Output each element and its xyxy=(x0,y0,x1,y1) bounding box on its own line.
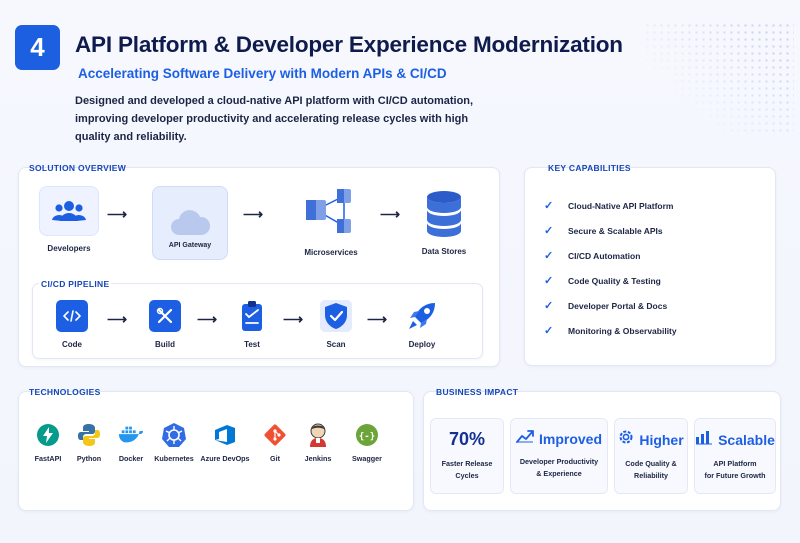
impact-card-quality: Higher Code Quality & Reliability xyxy=(614,418,688,494)
node-microservices: Microservices xyxy=(294,184,368,257)
tech-label: Azure DevOps xyxy=(200,454,250,463)
clipboard-check-icon xyxy=(236,300,268,332)
node-label: API Gateway xyxy=(168,242,212,249)
technologies-title: TECHNOLOGIES xyxy=(29,387,101,397)
shield-check-icon xyxy=(320,300,352,332)
pipeline-step-deploy: Deploy xyxy=(392,300,452,349)
impact-card-scalable: Scalable API Platform for Future Growth xyxy=(694,418,776,494)
gear-icon xyxy=(618,429,634,450)
node-developers: Developers xyxy=(38,186,100,253)
check-icon: ✓ xyxy=(544,225,554,237)
impact-line: for Future Growth xyxy=(704,471,766,480)
node-data-stores: Data Stores xyxy=(413,188,475,256)
git-icon xyxy=(262,422,288,448)
check-icon: ✓ xyxy=(544,300,554,312)
arrow-icon: ⟶ xyxy=(380,206,401,222)
impact-line: Code Quality & xyxy=(625,459,677,468)
node-label: Developers xyxy=(47,244,91,253)
node-label: Microservices xyxy=(304,248,358,257)
pipeline-step-scan: Scan xyxy=(306,300,366,349)
kubernetes-icon xyxy=(161,422,187,448)
business-impact-title: BUSINESS IMPACT xyxy=(436,387,519,397)
slide: 4 API Platform & Developer Experience Mo… xyxy=(0,0,800,543)
page-title: API Platform & Developer Experience Mode… xyxy=(75,32,623,57)
jenkins-icon xyxy=(305,422,331,448)
svg-text:{-}: {-} xyxy=(359,432,375,442)
code-icon xyxy=(56,300,88,332)
cubes-icon xyxy=(294,184,368,240)
page-description: Designed and developed a cloud-native AP… xyxy=(75,95,474,143)
pipeline-title: CI/CD PIPELINE xyxy=(39,279,112,289)
capability-label: Code Quality & Testing xyxy=(568,275,661,286)
impact-line: API Platform xyxy=(713,459,757,468)
tech-label: Swagger xyxy=(352,454,382,463)
database-icon xyxy=(413,188,475,240)
capability-label: Secure & Scalable APIs xyxy=(568,225,663,236)
impact-card-release: 70% Faster Release Cycles xyxy=(430,418,504,494)
arrow-icon: ⟶ xyxy=(243,206,264,222)
pipeline-step-label: Deploy xyxy=(408,340,436,349)
check-icon: ✓ xyxy=(544,275,554,287)
impact-value: 70% xyxy=(448,429,486,449)
python-icon xyxy=(76,422,102,448)
tech-label: Kubernetes xyxy=(154,454,194,463)
solution-overview-title: SOLUTION OVERVIEW xyxy=(29,163,127,173)
arrow-icon: ⟶ xyxy=(283,311,304,327)
pipeline-step-label: Scan xyxy=(326,340,346,349)
pipeline-step-code: Code xyxy=(42,300,102,349)
impact-line: Reliability xyxy=(634,471,668,480)
pipeline-step-test: Test xyxy=(222,300,282,349)
docker-icon xyxy=(118,422,144,448)
tech-swagger: {-} Swagger xyxy=(342,422,392,463)
tech-azure-devops: Azure DevOps xyxy=(200,422,250,463)
arrow-icon: ⟶ xyxy=(107,311,128,327)
tech-jenkins: Jenkins xyxy=(293,422,343,463)
node-label: Data Stores xyxy=(421,247,467,256)
impact-line: Cycles xyxy=(455,471,479,480)
pipeline-step-build: Build xyxy=(135,300,195,349)
impact-value: Higher xyxy=(639,431,684,448)
pipeline-step-label: Code xyxy=(62,340,82,349)
trend-up-icon xyxy=(516,429,534,448)
swagger-icon: {-} xyxy=(354,422,380,448)
impact-line: Faster Release xyxy=(441,459,493,468)
arrow-icon: ⟶ xyxy=(107,206,128,222)
pipeline-step-label: Test xyxy=(244,340,260,349)
capability-label: Developer Portal & Docs xyxy=(568,300,668,311)
dot-pattern xyxy=(644,22,794,132)
capabilities-list: ✓ Cloud-Native API Platform ✓ Secure & Sca… xyxy=(544,193,677,343)
users-icon xyxy=(39,186,99,236)
page-subtitle: Accelerating Software Delivery with Mode… xyxy=(78,66,447,81)
capability-item: ✓ Cloud-Native API Platform xyxy=(544,193,677,218)
check-icon: ✓ xyxy=(544,250,554,262)
tech-label: Jenkins xyxy=(304,454,332,463)
tools-icon xyxy=(149,300,181,332)
capabilities-title: KEY CAPABILITIES xyxy=(548,163,631,173)
rocket-icon xyxy=(406,300,438,332)
impact-line: & Experience xyxy=(536,469,582,478)
capability-label: Monitoring & Observability xyxy=(568,325,677,336)
impact-card-productivity: Improved Developer Productivity & Experie… xyxy=(510,418,608,494)
impact-value: Scalable xyxy=(718,431,775,448)
capability-item: ✓ CI/CD Automation xyxy=(544,243,677,268)
arrow-icon: ⟶ xyxy=(197,311,218,327)
impact-value: Improved xyxy=(538,430,602,447)
section-number-badge: 4 xyxy=(15,25,60,70)
check-icon: ✓ xyxy=(544,325,554,337)
impact-line: Developer Productivity xyxy=(519,457,599,466)
azure-devops-icon xyxy=(212,422,238,448)
capability-item: ✓ Monitoring & Observability xyxy=(544,318,677,343)
node-api-gateway: API Gateway xyxy=(152,186,228,260)
capability-item: ✓ Developer Portal & Docs xyxy=(544,293,677,318)
capability-item: ✓ Secure & Scalable APIs xyxy=(544,218,677,243)
pipeline-step-label: Build xyxy=(155,340,175,349)
fastapi-icon xyxy=(35,422,61,448)
check-icon: ✓ xyxy=(544,200,554,212)
capability-label: Cloud-Native API Platform xyxy=(568,200,674,211)
capability-item: ✓ Code Quality & Testing xyxy=(544,268,677,293)
tech-kubernetes: Kubernetes xyxy=(149,422,199,463)
arrow-icon: ⟶ xyxy=(367,311,388,327)
capability-label: CI/CD Automation xyxy=(568,250,641,261)
bar-chart-icon xyxy=(695,429,713,450)
